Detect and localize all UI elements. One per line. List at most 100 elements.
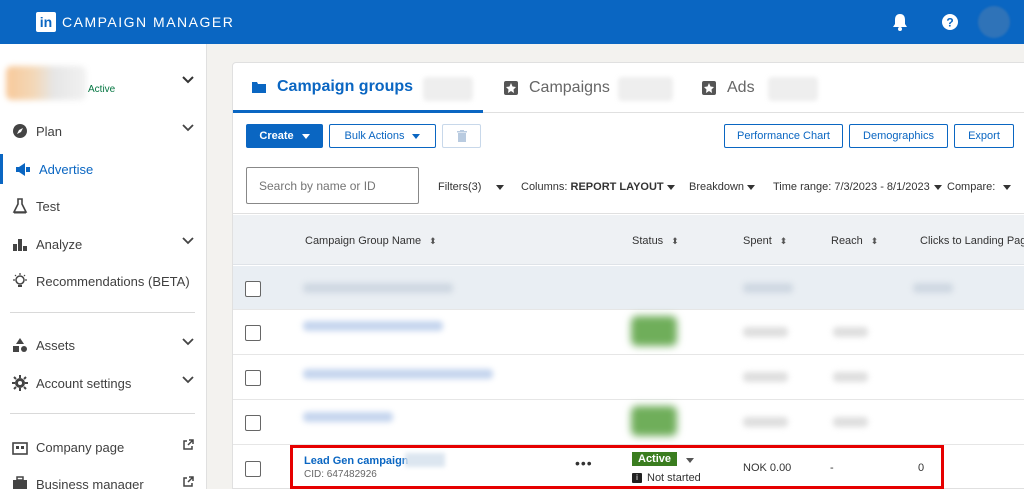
sidebar-item-company-page[interactable]: Company page — [0, 432, 207, 462]
main-panel: Campaign groups Campaigns Ads Create Bul… — [232, 62, 1024, 489]
blurred-count — [423, 77, 473, 101]
filter-bar: Filters(3) Columns: REPORT LAYOUT Breakd… — [233, 156, 1024, 214]
sidebar-item-label: Advertise — [39, 161, 94, 177]
sidebar-item-label: Plan — [36, 123, 63, 139]
blurred-text — [303, 321, 443, 331]
sort-icon: ⬍ — [870, 235, 879, 246]
building-icon — [12, 442, 28, 455]
column-header-clicks[interactable]: Clicks to Landing Pag — [920, 235, 1024, 247]
column-header-status[interactable]: Status ⬍ — [632, 235, 679, 247]
search-input[interactable] — [246, 167, 419, 204]
sort-icon: ⬍ — [779, 235, 788, 246]
sidebar-divider — [10, 413, 195, 414]
sidebar-item-assets[interactable]: Assets — [0, 330, 207, 360]
chevron-down-icon[interactable] — [182, 76, 194, 84]
blurred-text — [303, 412, 393, 422]
sidebar-divider — [10, 312, 195, 313]
blurred-text — [303, 283, 453, 293]
highlight-box — [290, 445, 944, 489]
select-all-checkbox[interactable] — [245, 281, 261, 297]
notifications-bell-icon[interactable] — [890, 12, 910, 32]
info-icon: i — [632, 473, 642, 483]
status-caret-icon[interactable] — [686, 458, 694, 463]
export-button[interactable]: Export — [954, 124, 1014, 148]
chevron-down-icon[interactable] — [182, 338, 194, 346]
help-icon[interactable]: ? — [940, 12, 960, 32]
sidebar-item-plan[interactable]: Plan — [0, 116, 207, 146]
sort-icon: ⬍ — [671, 235, 679, 246]
blurred-text — [303, 369, 493, 379]
sidebar-item-advertise[interactable]: Advertise — [0, 154, 207, 184]
status-badge[interactable]: Active — [632, 452, 678, 466]
external-link-icon[interactable] — [182, 439, 194, 451]
account-selector[interactable]: Active — [0, 62, 207, 106]
sub-status: i Not started — [632, 472, 701, 484]
performance-chart-button[interactable]: Performance Chart — [724, 124, 843, 148]
sidebar-item-label: Business manager — [36, 476, 144, 489]
tab-label: Campaign groups — [277, 77, 414, 95]
filters-dropdown[interactable]: Filters(3) — [438, 181, 505, 193]
more-options-icon[interactable]: ••• — [575, 455, 593, 471]
breakdown-dropdown[interactable]: Breakdown — [689, 181, 756, 193]
row-checkbox[interactable] — [245, 325, 261, 341]
tab-ads[interactable]: Ads — [701, 63, 755, 113]
sidebar-item-account-settings[interactable]: Account settings — [0, 368, 207, 398]
briefcase-icon — [13, 476, 27, 489]
blurred-count — [618, 77, 673, 101]
lightbulb-icon — [13, 273, 27, 287]
tab-campaigns[interactable]: Campaigns — [503, 63, 610, 113]
caret-down-icon — [301, 133, 310, 139]
columns-dropdown[interactable]: Columns: REPORT LAYOUT — [521, 181, 675, 193]
time-range-dropdown[interactable]: Time range: 7/3/2023 - 8/1/2023 — [773, 181, 942, 193]
linkedin-logo[interactable]: in — [36, 12, 56, 32]
blurred-text — [743, 327, 788, 337]
user-avatar[interactable] — [978, 6, 1010, 38]
caret-down-icon — [496, 185, 505, 190]
column-header-spent[interactable]: Spent ⬍ — [743, 235, 787, 247]
reach-value: - — [830, 462, 834, 474]
folder-icon — [252, 81, 266, 93]
compare-dropdown[interactable]: Compare: — [947, 181, 1012, 193]
delete-button[interactable] — [442, 124, 481, 148]
row-checkbox[interactable] — [245, 415, 261, 431]
caret-down-icon — [412, 133, 421, 139]
campaign-icon — [504, 81, 518, 95]
blurred-text — [833, 417, 868, 427]
external-link-icon[interactable] — [182, 476, 194, 488]
clicks-value: 0 — [918, 462, 925, 474]
table-row[interactable] — [233, 400, 1024, 445]
ad-icon — [702, 81, 716, 95]
megaphone-icon — [16, 163, 30, 176]
row-checkbox[interactable] — [245, 370, 261, 386]
account-avatar-blurred — [6, 66, 86, 100]
blurred-text — [833, 327, 868, 337]
sidebar-item-label: Assets — [36, 337, 76, 353]
sidebar-item-label: Account settings — [36, 375, 132, 391]
chevron-down-icon[interactable] — [182, 124, 194, 132]
chevron-down-icon[interactable] — [182, 376, 194, 384]
table-totals-row — [233, 266, 1024, 310]
blurred-text — [833, 372, 868, 382]
caret-down-icon — [1003, 185, 1012, 190]
column-header-reach[interactable]: Reach ⬍ — [831, 235, 878, 247]
blurred-status-badge — [631, 406, 677, 436]
blurred-count — [768, 77, 818, 101]
column-header-name[interactable]: Campaign Group Name ⬍ — [305, 235, 437, 247]
sort-icon: ⬍ — [429, 235, 437, 246]
row-checkbox[interactable] — [245, 461, 261, 477]
chevron-down-icon[interactable] — [182, 237, 194, 245]
demographics-button[interactable]: Demographics — [849, 124, 948, 148]
sidebar: Active Plan Advertise Test Analyze Recom… — [0, 44, 207, 489]
create-button[interactable]: Create — [246, 124, 323, 148]
sidebar-item-label: Company page — [36, 439, 125, 455]
campaign-group-name-link[interactable]: Lead Gen campaign — [304, 455, 409, 467]
sidebar-item-test[interactable]: Test — [0, 191, 207, 221]
sidebar-item-business-manager[interactable]: Business manager — [0, 469, 207, 489]
table-row[interactable] — [233, 310, 1024, 355]
bulk-actions-button[interactable]: Bulk Actions — [329, 124, 436, 148]
svg-text:?: ? — [946, 16, 953, 30]
sidebar-item-analyze[interactable]: Analyze — [0, 229, 207, 259]
campaign-group-id: CID: 647482926 — [304, 469, 377, 480]
table-row[interactable] — [233, 355, 1024, 400]
sidebar-item-recommendations[interactable]: Recommendations (BETA) — [0, 266, 207, 296]
